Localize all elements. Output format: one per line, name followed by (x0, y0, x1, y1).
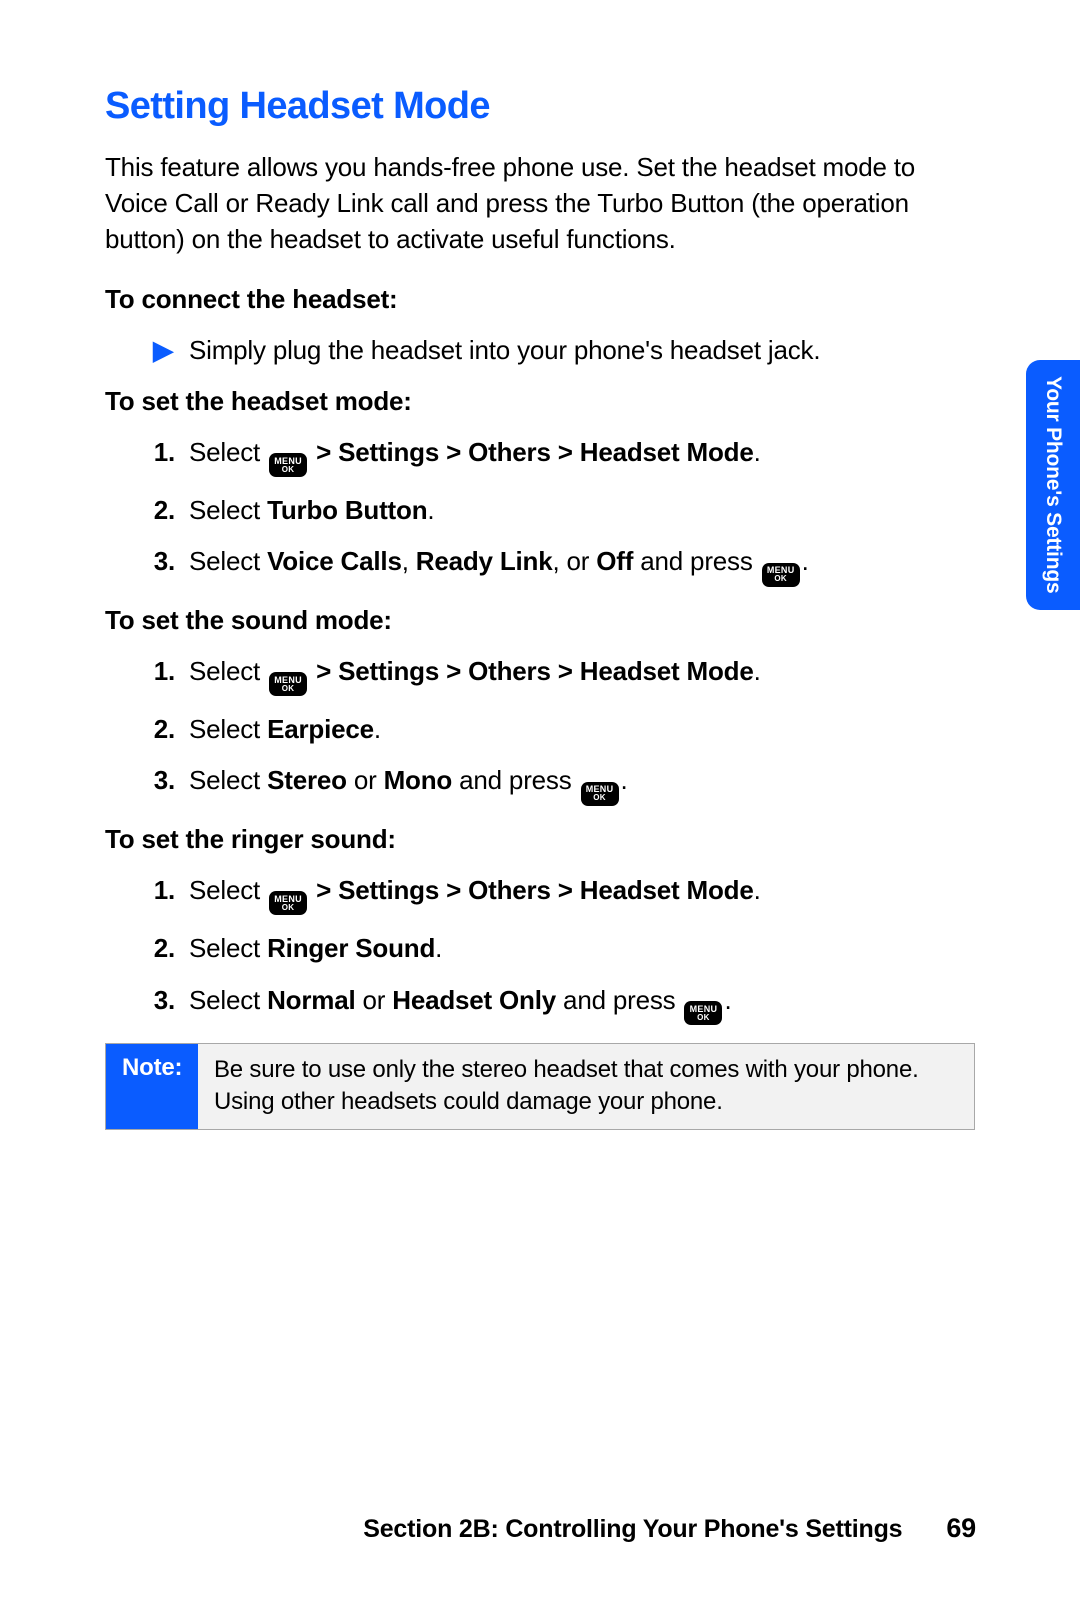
step-number: 2. (145, 931, 189, 966)
menu-ok-icon: MENUOK (762, 563, 800, 587)
menu-ok-icon: MENUOK (269, 891, 307, 915)
step-text: Select Stereo or Mono and press MENUOK. (189, 763, 975, 806)
note-box: Note: Be sure to use only the stereo hea… (105, 1043, 975, 1130)
step-number: 3. (145, 983, 189, 1026)
bold-path: > Settings > Others > Headset Mode (309, 656, 754, 686)
list-item: 3. Select Stereo or Mono and press MENUO… (105, 763, 975, 806)
note-body: Be sure to use only the stereo headset t… (198, 1044, 974, 1129)
text: . (754, 875, 761, 905)
text: or (355, 985, 392, 1015)
bold-text: Voice Calls (267, 546, 402, 576)
step-number: 3. (145, 544, 189, 587)
text: Select (189, 765, 267, 795)
list-item: 2. Select Earpiece. (105, 712, 975, 747)
step-number: 2. (145, 712, 189, 747)
text: . (374, 714, 381, 744)
arrow-icon: ▶ (145, 333, 189, 368)
text: Select (189, 437, 267, 467)
text: Select (189, 875, 267, 905)
list-headset-mode: 1. Select MENUOK > Settings > Others > H… (105, 435, 975, 587)
text: or (347, 765, 384, 795)
text: Select (189, 985, 267, 1015)
text: and press (452, 765, 578, 795)
text: Select (189, 495, 267, 525)
bold-text: Stereo (267, 765, 347, 795)
list-item: 3. Select Normal or Headset Only and pre… (105, 983, 975, 1026)
bullet-text: Simply plug the headset into your phone'… (189, 333, 975, 368)
list-item: 2. Select Ringer Sound. (105, 931, 975, 966)
page-content: Setting Headset Mode This feature allows… (105, 85, 975, 1130)
bold-text: Ringer Sound (267, 933, 435, 963)
page-number: 69 (946, 1513, 976, 1544)
list-connect: ▶ Simply plug the headset into your phon… (105, 333, 975, 368)
bold-text: Turbo Button (267, 495, 427, 525)
step-number: 2. (145, 493, 189, 528)
menu-ok-icon: MENUOK (581, 782, 619, 806)
text: . (802, 546, 809, 576)
step-text: Select MENUOK > Settings > Others > Head… (189, 873, 975, 916)
text: Select (189, 546, 267, 576)
step-text: Select Ringer Sound. (189, 931, 975, 966)
list-item: ▶ Simply plug the headset into your phon… (105, 333, 975, 368)
step-text: Select Normal or Headset Only and press … (189, 983, 975, 1026)
page-footer: Section 2B: Controlling Your Phone's Set… (363, 1513, 976, 1544)
list-ringer: 1. Select MENUOK > Settings > Others > H… (105, 873, 975, 1025)
step-text: Select Turbo Button. (189, 493, 975, 528)
bold-text: Normal (267, 985, 355, 1015)
bold-path: > Settings > Others > Headset Mode (309, 875, 754, 905)
text: Select (189, 714, 267, 744)
page-heading: Setting Headset Mode (105, 85, 975, 128)
footer-section: Section 2B: Controlling Your Phone's Set… (363, 1515, 902, 1544)
text: Select (189, 933, 267, 963)
bold-text: Off (596, 546, 633, 576)
menu-ok-icon: MENUOK (269, 672, 307, 696)
text: , (402, 546, 416, 576)
step-number: 3. (145, 763, 189, 806)
list-sound-mode: 1. Select MENUOK > Settings > Others > H… (105, 654, 975, 806)
bold-text: Headset Only (392, 985, 556, 1015)
bold-text: Ready Link (416, 546, 553, 576)
text: . (754, 656, 761, 686)
text: . (754, 437, 761, 467)
text: , or (552, 546, 596, 576)
text: . (435, 933, 442, 963)
step-number: 1. (145, 654, 189, 697)
subhead-sound-mode: To set the sound mode: (105, 605, 975, 636)
subhead-headset-mode: To set the headset mode: (105, 386, 975, 417)
step-number: 1. (145, 873, 189, 916)
text: . (724, 985, 731, 1015)
list-item: 2. Select Turbo Button. (105, 493, 975, 528)
text: . (621, 765, 628, 795)
menu-ok-icon: MENUOK (684, 1001, 722, 1025)
list-item: 1. Select MENUOK > Settings > Others > H… (105, 435, 975, 478)
bold-path: > Settings > Others > Headset Mode (309, 437, 754, 467)
step-text: Select MENUOK > Settings > Others > Head… (189, 435, 975, 478)
step-number: 1. (145, 435, 189, 478)
list-item: 3. Select Voice Calls, Ready Link, or Of… (105, 544, 975, 587)
subhead-ringer: To set the ringer sound: (105, 824, 975, 855)
bold-text: Mono (384, 765, 453, 795)
step-text: Select Voice Calls, Ready Link, or Off a… (189, 544, 975, 587)
text: and press (556, 985, 682, 1015)
bold-text: Earpiece (267, 714, 374, 744)
text: and press (633, 546, 759, 576)
step-text: Select MENUOK > Settings > Others > Head… (189, 654, 975, 697)
side-tab: Your Phone's Settings (1026, 360, 1080, 610)
list-item: 1. Select MENUOK > Settings > Others > H… (105, 654, 975, 697)
side-tab-label: Your Phone's Settings (1041, 376, 1065, 593)
subhead-connect: To connect the headset: (105, 284, 975, 315)
text: . (427, 495, 434, 525)
menu-ok-icon: MENUOK (269, 453, 307, 477)
step-text: Select Earpiece. (189, 712, 975, 747)
note-label: Note: (106, 1044, 198, 1129)
list-item: 1. Select MENUOK > Settings > Others > H… (105, 873, 975, 916)
intro-paragraph: This feature allows you hands-free phone… (105, 150, 975, 258)
text: Select (189, 656, 267, 686)
